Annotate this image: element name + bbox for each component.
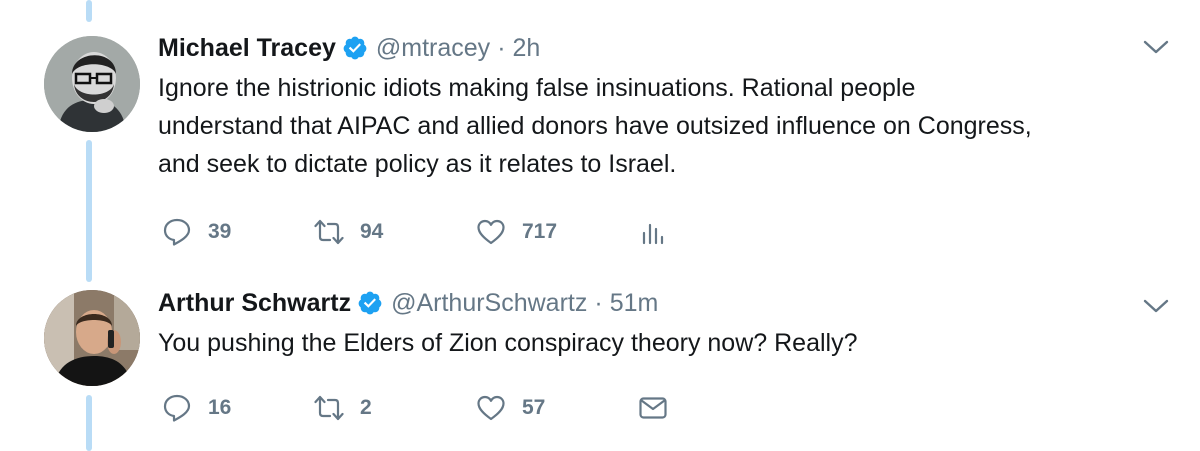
tweet-text: You pushing the Elders of Zion conspirac… <box>158 324 1170 362</box>
tweet-text-line: You pushing the Elders of Zion conspirac… <box>158 329 858 357</box>
like-icon <box>477 395 505 421</box>
tweet-michael-tracey[interactable]: Michael Tracey @mtracey · 2h Ignore the … <box>158 28 1170 246</box>
like-count: 57 <box>522 396 546 419</box>
verified-badge-icon <box>358 291 382 315</box>
display-name[interactable]: Michael Tracey <box>158 28 336 68</box>
like-button[interactable]: 717 <box>476 212 557 252</box>
analytics-button[interactable] <box>638 212 684 252</box>
like-count: 717 <box>522 220 558 243</box>
direct-message-button[interactable] <box>638 388 684 428</box>
thread-line-bottom <box>86 395 92 451</box>
tweet-header: Arthur Schwartz @ArthurSchwartz · 51m <box>158 283 1170 323</box>
tweet-header: Michael Tracey @mtracey · 2h <box>158 28 1170 68</box>
handle[interactable]: @ArthurSchwartz <box>391 283 587 323</box>
reply-count: 39 <box>208 220 232 243</box>
retweet-count: 2 <box>360 396 372 419</box>
timestamp[interactable]: 51m <box>610 283 659 323</box>
direct-message-icon <box>639 397 667 419</box>
chevron-down-icon[interactable] <box>1142 38 1170 56</box>
like-icon <box>477 219 505 245</box>
tweet-text-line: and seek to dictate policy as it relates… <box>158 150 677 178</box>
retweet-button[interactable]: 2 <box>314 388 372 428</box>
chevron-down-icon[interactable] <box>1142 297 1170 315</box>
tweet-arthur-schwartz[interactable]: Arthur Schwartz @ArthurSchwartz · 51m Yo… <box>158 283 1170 422</box>
analytics-icon <box>642 223 664 245</box>
tweet-text-line: understand that AIPAC and allied donors … <box>158 112 1032 140</box>
display-name[interactable]: Arthur Schwartz <box>158 283 351 323</box>
retweet-icon <box>314 219 344 245</box>
reply-icon <box>163 218 191 246</box>
avatar-michael-tracey[interactable] <box>44 36 140 132</box>
retweet-button[interactable]: 94 <box>314 212 383 252</box>
reply-icon <box>163 394 191 422</box>
separator-dot: · <box>497 34 506 62</box>
reply-count: 16 <box>208 396 232 419</box>
retweet-icon <box>314 395 344 421</box>
thread-line-middle <box>86 140 92 282</box>
like-button[interactable]: 57 <box>476 388 545 428</box>
reply-button[interactable]: 39 <box>162 212 231 252</box>
thread-line-top <box>86 0 92 22</box>
handle[interactable]: @mtracey <box>376 28 490 68</box>
avatar-arthur-schwartz[interactable] <box>44 290 140 386</box>
reply-button[interactable]: 16 <box>162 388 231 428</box>
timestamp[interactable]: 2h <box>513 28 541 68</box>
verified-badge-icon <box>343 36 367 60</box>
retweet-count: 94 <box>360 220 384 243</box>
separator-dot: · <box>594 289 603 317</box>
tweet-text-line: Ignore the histrionic idiots making fals… <box>158 74 916 102</box>
tweet-text: Ignore the histrionic idiots making fals… <box>158 69 1170 183</box>
